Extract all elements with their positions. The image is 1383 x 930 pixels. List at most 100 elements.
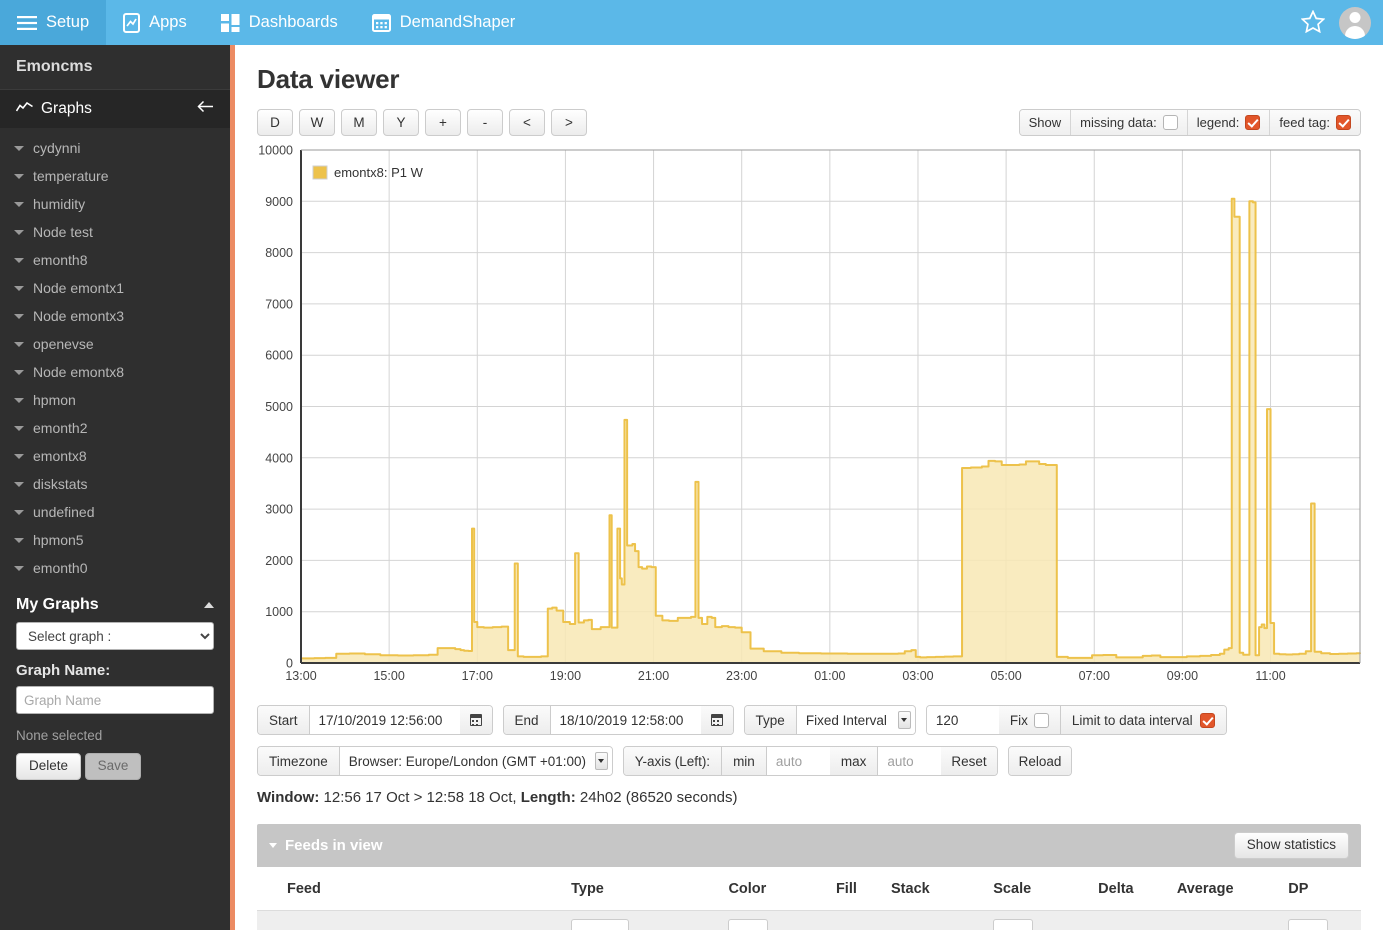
sidebar-item-emonth0[interactable]: emonth0 — [0, 554, 230, 582]
star-icon[interactable] — [1300, 8, 1326, 36]
range-button-next[interactable]: > — [551, 109, 587, 136]
chart-xtick-label: 17:00 — [462, 669, 493, 683]
chart-xtick-label: 05:00 — [990, 669, 1021, 683]
feeds-cell-delta[interactable] — [1092, 910, 1171, 930]
sidebar-item-temperature[interactable]: temperature — [0, 162, 230, 190]
sidebar-item-openevse[interactable]: openevse — [0, 330, 230, 358]
sidebar-item-hpmon[interactable]: hpmon — [0, 386, 230, 414]
end-date-input[interactable] — [550, 706, 701, 734]
arrow-left-icon[interactable] — [197, 100, 214, 118]
sidebar-item-undefined[interactable]: undefined — [0, 498, 230, 526]
range-button-m[interactable]: M — [341, 109, 377, 136]
fix-checkbox[interactable] — [1033, 712, 1049, 728]
graph-name-input[interactable] — [16, 686, 214, 714]
show-feed-tag-checkbox[interactable] — [1336, 115, 1351, 130]
sidebar-section-graphs[interactable]: Graphs — [0, 90, 230, 128]
interval-input[interactable] — [926, 706, 999, 734]
chevron-down-icon[interactable] — [14, 453, 24, 459]
feeds-cell-control[interactable] — [728, 918, 769, 930]
range-button-zoom-out[interactable]: - — [467, 109, 503, 136]
reload-button[interactable]: Reload — [1008, 747, 1072, 775]
reset-button[interactable]: Reset — [941, 747, 997, 775]
show-label-cell: Show — [1019, 110, 1072, 135]
sidebar-item-node-emontx8[interactable]: Node emontx8 — [0, 358, 230, 386]
chevron-down-icon[interactable] — [14, 257, 24, 263]
chevron-down-icon[interactable] — [14, 145, 24, 151]
feeds-panel-header[interactable]: Feeds in view Show statistics — [257, 824, 1361, 867]
show-feed-tag-cell[interactable]: feed tag: — [1270, 110, 1360, 135]
chevron-down-icon[interactable] — [14, 425, 24, 431]
start-calendar-button[interactable] — [459, 706, 492, 734]
type-select-wrap[interactable]: Fixed Interval — [796, 706, 915, 734]
timezone-select-wrap[interactable]: Browser: Europe/London (GMT +01:00) — [339, 747, 612, 775]
chevron-down-icon[interactable] — [14, 565, 24, 571]
sidebar-item-label: temperature — [33, 168, 109, 184]
nav-item-dashboards[interactable]: Dashboards — [204, 0, 355, 45]
chevron-down-icon[interactable] — [14, 229, 24, 235]
chevron-down-icon[interactable] — [14, 201, 24, 207]
chevron-down-icon[interactable] — [14, 481, 24, 487]
feeds-cell-average[interactable] — [1171, 910, 1282, 930]
chevron-down-icon[interactable] — [14, 285, 24, 291]
chevron-down-icon[interactable] — [14, 369, 24, 375]
yaxis-max-input[interactable] — [878, 747, 942, 775]
feeds-cell-control[interactable] — [571, 918, 630, 930]
chevron-down-icon[interactable] — [14, 509, 24, 515]
chevron-down-icon[interactable] — [269, 842, 277, 848]
sidebar-item-emonth2[interactable]: emonth2 — [0, 414, 230, 442]
show-statistics-button[interactable]: Show statistics — [1233, 832, 1349, 859]
sidebar-item-diskstats[interactable]: diskstats — [0, 470, 230, 498]
sidebar-item-node-test[interactable]: Node test — [0, 218, 230, 246]
sidebar-item-humidity[interactable]: humidity — [0, 190, 230, 218]
sidebar-item-cydynni[interactable]: cydynni — [0, 134, 230, 162]
type-select[interactable]: Fixed Interval — [796, 706, 915, 734]
feeds-cell-stack[interactable] — [885, 910, 987, 930]
data-viewer-chart[interactable]: 0 1000 2000 3000 4000 5000 6000 7000 8000 9000 100… — [257, 144, 1362, 694]
my-graphs-header[interactable]: My Graphs — [0, 584, 230, 622]
show-missing-data-checkbox[interactable] — [1162, 115, 1178, 130]
sidebar-item-emonth8[interactable]: emonth8 — [0, 246, 230, 274]
range-button-w[interactable]: W — [299, 109, 335, 136]
limit-to-data-interval-cell[interactable]: Limit to data interval — [1060, 706, 1226, 734]
chevron-down-icon[interactable] — [14, 341, 24, 347]
feeds-cell-control[interactable] — [1288, 918, 1329, 930]
feeds-cell-fill[interactable] — [830, 910, 885, 930]
sidebar-item-emontx8[interactable]: emontx8 — [0, 442, 230, 470]
user-avatar-icon[interactable] — [1339, 6, 1371, 39]
feeds-cell-feed[interactable] — [257, 910, 565, 930]
show-missing-data-cell[interactable]: missing data: — [1071, 110, 1188, 135]
range-button-zoomzoom-outin[interactable]: + — [425, 109, 461, 136]
save-graph-button[interactable]: Save — [84, 753, 142, 780]
timezone-select[interactable]: Browser: Europe/London (GMT +01:00) — [339, 747, 612, 775]
feeds-cell-scale[interactable] — [987, 910, 1092, 930]
yaxis-min-input[interactable] — [766, 747, 830, 775]
chevron-down-icon[interactable] — [14, 537, 24, 543]
range-button-prev[interactable]: < — [509, 109, 545, 136]
limit-to-data-interval-checkbox[interactable] — [1199, 712, 1215, 728]
select-graph-dropdown[interactable]: Select graph : — [16, 622, 214, 650]
nav-item-apps[interactable]: Apps — [106, 0, 204, 45]
show-legend-checkbox[interactable] — [1245, 115, 1261, 130]
sidebar-item-hpmon5[interactable]: hpmon5 — [0, 526, 230, 554]
fix-cell[interactable]: Fix — [998, 706, 1061, 734]
table-row[interactable] — [257, 910, 1361, 930]
show-legend-cell[interactable]: legend: — [1187, 110, 1271, 135]
range-button-d[interactable]: D — [257, 109, 293, 136]
nav-item-demandshaper[interactable]: DemandShaper — [355, 0, 533, 45]
end-calendar-button[interactable] — [700, 706, 733, 734]
range-button-y[interactable]: Y — [383, 109, 419, 136]
delete-graph-button[interactable]: Delete — [16, 753, 82, 780]
sidebar-item-node-emontx1[interactable]: Node emontx1 — [0, 274, 230, 302]
chevron-down-icon[interactable] — [14, 173, 24, 179]
feeds-cell-dp[interactable] — [1282, 910, 1361, 930]
chevron-down-icon[interactable] — [14, 397, 24, 403]
chevron-up-icon[interactable] — [204, 602, 214, 608]
nav-item-setup[interactable]: Setup — [0, 0, 107, 45]
sidebar-item-node-emontx3[interactable]: Node emontx3 — [0, 302, 230, 330]
chevron-down-icon[interactable] — [14, 313, 24, 319]
feeds-cell-control[interactable] — [993, 918, 1034, 930]
feeds-cell-type[interactable] — [565, 910, 722, 930]
start-date-input[interactable] — [309, 706, 460, 734]
feeds-cell-color[interactable] — [722, 910, 830, 930]
chart-canvas[interactable]: 0100020003000400050006000700080009000100… — [257, 144, 1362, 696]
